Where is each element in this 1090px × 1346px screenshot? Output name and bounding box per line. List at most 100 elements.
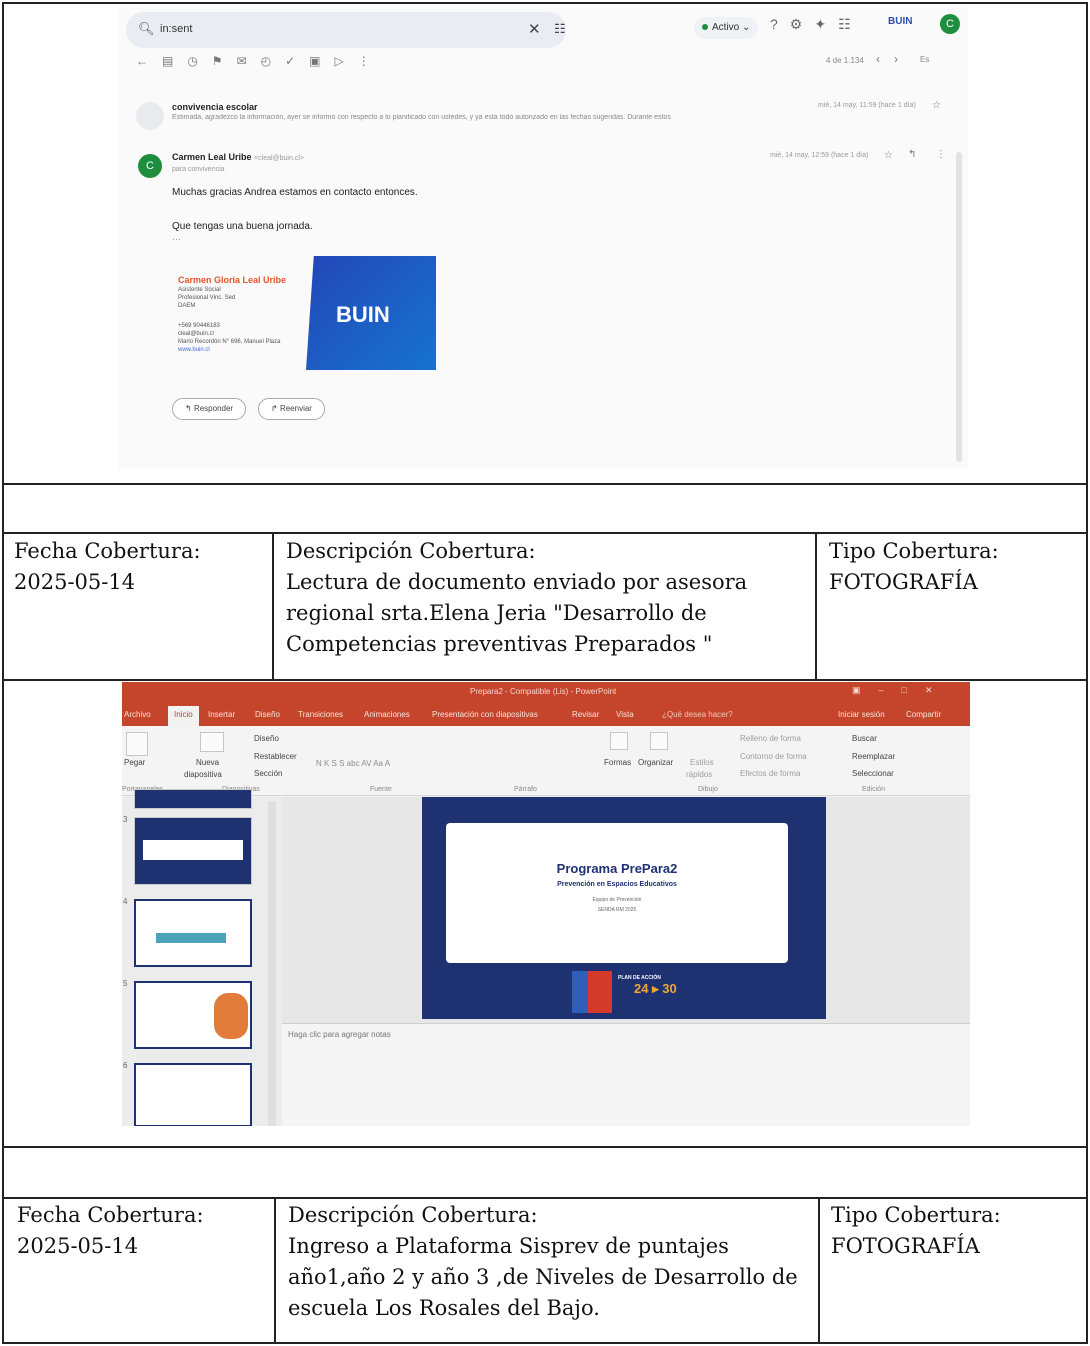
title-bar: Prepara2 - Compatible (Lis) - PowerPoint… (122, 682, 970, 704)
search-options-icon[interactable]: ☷ (554, 21, 566, 37)
reply-button[interactable]: ↰ Responder (172, 398, 247, 420)
search-input[interactable]: in:sent (160, 23, 192, 35)
slide-thumbnail[interactable] (134, 789, 252, 809)
coverage-type-label: Tipo Cobertura: (831, 1203, 1001, 1227)
slide-thumbnail[interactable] (134, 981, 252, 1049)
slide-number: 5 (123, 979, 128, 988)
new-slide-button[interactable]: Nueva (196, 758, 219, 767)
window-controls-icon[interactable]: ▣–□✕ (852, 685, 951, 696)
thread-sender[interactable]: convivencia escolar (172, 102, 258, 112)
tab-vista[interactable]: Vista (616, 710, 634, 719)
select-button[interactable]: Seleccionar (852, 769, 894, 778)
slide-number: 6 (123, 1061, 128, 1070)
signature-email[interactable]: cleal@buin.cl (178, 330, 308, 338)
coverage-description-cell: Descripción Cobertura: Lectura de docume… (286, 536, 806, 660)
sender-email: <cleal@buin.cl> (254, 155, 304, 162)
scrollbar[interactable] (956, 152, 962, 462)
notes-pane[interactable]: Haga clic para agregar notas (282, 1023, 970, 1126)
star-icon[interactable]: ☆ (932, 100, 941, 111)
slide-thumbnail[interactable] (134, 1063, 252, 1126)
find-button[interactable]: Buscar (852, 734, 877, 743)
tab-revisar[interactable]: Revisar (572, 710, 599, 719)
tab-diseno[interactable]: Diseño (255, 710, 280, 719)
current-slide[interactable]: Programa PrePara2 Prevención en Espacios… (422, 797, 826, 1019)
reply-label: Responder (193, 404, 234, 413)
message-recipient[interactable]: para convivencia (172, 166, 225, 173)
coverage-date-cell: Fecha Cobertura: 2025-05-14 (14, 536, 264, 598)
shape-effects-button[interactable]: Efectos de forma (740, 769, 800, 778)
message-body: Muchas gracias Andrea estamos en contact… (172, 184, 418, 235)
plan-years: 24 ▸ 30 (634, 981, 677, 996)
row-divider (2, 1197, 1088, 1199)
quick-styles-button[interactable]: Estilos (690, 758, 714, 767)
new-slide-icon[interactable] (200, 732, 224, 752)
shape-fill-button[interactable]: Relleno de forma (740, 734, 801, 743)
slide-editor: Programa PrePara2 Prevención en Espacios… (282, 797, 970, 1126)
quick-styles-button[interactable]: rápidos (686, 770, 712, 779)
tab-transiciones[interactable]: Transiciones (298, 710, 343, 719)
tab-inicio[interactable]: Inicio (168, 706, 199, 726)
slide-number: 3 (123, 815, 128, 824)
more-options-icon[interactable]: ⋮ (936, 149, 946, 160)
tab-insertar[interactable]: Insertar (208, 710, 235, 719)
message-toolbar[interactable]: ←▤◷⚑✉◴✓▣▷⋮ (136, 54, 384, 68)
sender-avatar: C (138, 154, 162, 178)
status-dot-icon (702, 24, 708, 31)
shapes-icon[interactable] (610, 732, 628, 750)
status-chip[interactable]: Activo ⌄ (694, 17, 759, 39)
replace-button[interactable]: Reemplazar (852, 752, 895, 761)
message-line: Que tengas una buena jornada. (172, 221, 313, 232)
arrange-icon[interactable] (650, 732, 668, 750)
search-bar[interactable]: 🔍︎ in:sent ✕ ☷ (126, 12, 566, 48)
share-button[interactable]: Compartir (906, 710, 941, 719)
reset-button[interactable]: Restablecer (254, 752, 297, 761)
coverage-date-label: Fecha Cobertura: (17, 1203, 204, 1227)
language-selector[interactable]: Es (920, 55, 929, 64)
forward-button[interactable]: ↱ Reenviar (258, 398, 325, 420)
signature-website[interactable]: www.buin.cl (178, 346, 308, 354)
shape-outline-button[interactable]: Contorno de forma (740, 752, 807, 761)
slide-thumbnail[interactable] (134, 817, 252, 885)
account-avatar[interactable]: C (940, 14, 960, 34)
coverage-date-value: 2025-05-14 (17, 1234, 139, 1258)
tab-presentacion[interactable]: Presentación con diapositivas (432, 710, 538, 719)
star-icon[interactable]: ☆ (884, 150, 893, 161)
group-font: Fuente (370, 786, 392, 793)
signature-role: DAEM (178, 303, 196, 309)
row-divider (2, 679, 1088, 681)
paste-icon[interactable] (126, 732, 148, 756)
new-slide-button[interactable]: diapositiva (184, 770, 222, 779)
tab-animaciones[interactable]: Animaciones (364, 710, 410, 719)
sign-in-link[interactable]: Iniciar sesión (838, 710, 885, 719)
arrange-button[interactable]: Organizar (638, 758, 673, 767)
slide-title-box[interactable]: Programa PrePara2 Prevención en Espacios… (446, 823, 788, 963)
clear-search-icon[interactable]: ✕ (528, 20, 541, 38)
coverage-type-cell: Tipo Cobertura: FOTOGRAFÍA (831, 1200, 1081, 1262)
group-paragraph: Párrafo (514, 786, 537, 793)
email-signature: Carmen Gloria Leal Uribe Asistente Socia… (178, 274, 308, 354)
logo-text: BUIN (336, 302, 390, 327)
shapes-button[interactable]: Formas (604, 758, 631, 767)
reply-icon[interactable]: ↰ (908, 149, 916, 160)
paste-button[interactable]: Pegar (124, 758, 145, 767)
coverage-description-label: Descripción Cobertura: (286, 539, 536, 563)
tell-me-search[interactable]: ¿Qué desea hacer? (662, 710, 733, 719)
search-icon[interactable]: 🔍︎ (138, 21, 155, 37)
signature-name: Carmen Gloria Leal Uribe (178, 275, 287, 285)
thumbnail-scrollbar[interactable] (268, 801, 276, 1126)
message-sender[interactable]: Carmen Leal Uribe <cleal@buin.cl> (172, 152, 304, 162)
gmail-screenshot: 🔍︎ in:sent ✕ ☷ Activo ⌄ ?⚙✦☷ BUIN C ←▤◷⚑… (118, 6, 968, 468)
slide-thumbnail[interactable] (134, 899, 252, 967)
group-drawing: Dibujo (698, 786, 718, 793)
top-bar-icons[interactable]: ?⚙✦☷ (770, 16, 863, 33)
slide-number: 4 (123, 897, 128, 906)
thread-snippet[interactable]: Estimada, agradezco la información, ayer… (172, 114, 772, 121)
coverage-description-line: Lectura de documento enviado por asesora (286, 570, 748, 594)
layout-button[interactable]: Diseño (254, 734, 279, 743)
font-format-buttons[interactable]: N K S S abc AV Aa A (316, 759, 390, 768)
tab-archivo[interactable]: Archivo (124, 710, 151, 719)
section-button[interactable]: Sección (254, 769, 282, 778)
ribbon-tabs: Archivo Inicio Insertar Diseño Transicio… (122, 704, 970, 726)
show-trimmed-content[interactable]: ··· (172, 234, 181, 244)
pagination-arrows[interactable]: ‹› (876, 52, 912, 66)
